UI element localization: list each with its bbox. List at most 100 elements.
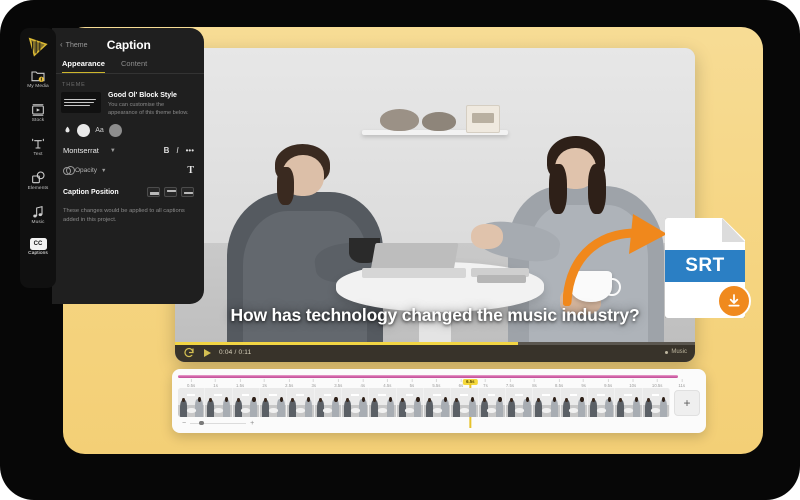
chevron-down-icon[interactable]: ▼: [101, 168, 106, 174]
scene-decor-rock: [422, 112, 456, 132]
caption-position-top-button[interactable]: [164, 187, 177, 198]
text-size-button[interactable]: T: [187, 165, 194, 176]
timeline-tick: 3.5s: [334, 379, 342, 388]
play-icon[interactable]: [201, 346, 213, 358]
scene-laptop-screen: [370, 242, 459, 271]
timeline-tick: 2s: [262, 379, 267, 388]
tab-appearance[interactable]: Appearance: [62, 59, 105, 73]
timeline-tick-mark: [362, 379, 364, 382]
person-left-hair-strand: [276, 167, 294, 205]
font-selector-row: Montserrat ▼ B I •••: [52, 137, 204, 155]
theme-preview-thumbnail[interactable]: [61, 92, 101, 113]
player-track-label: Music: [671, 349, 687, 355]
opacity-label[interactable]: Opacity: [75, 167, 97, 174]
video-preview-player[interactable]: How has technology changed the music ind…: [175, 48, 695, 362]
scene-decor-box: [466, 104, 500, 133]
sidebar-item-text[interactable]: Text: [21, 136, 55, 157]
timeline-tick-mark: [435, 379, 437, 382]
sidebar-item-elements[interactable]: Elements: [21, 170, 55, 191]
srt-file-type-label: SRT: [685, 255, 725, 276]
sidebar-label-elements: Elements: [27, 186, 49, 191]
player-time-display: 0:04 / 0:11: [219, 348, 252, 356]
filmstrip-thumbnail: [478, 388, 506, 417]
filmstrip-thumbnail: [587, 388, 616, 417]
timeline-tick-mark: [264, 379, 266, 382]
filmstrip-thumbnail: [369, 388, 397, 417]
background-color-swatch[interactable]: [77, 124, 90, 138]
person-right-hand: [471, 223, 503, 249]
theme-preview-line: [64, 98, 96, 101]
sidebar-label-text: Text: [33, 152, 43, 157]
sidebar-item-my-media[interactable]: My Media: [21, 68, 55, 89]
sidebar-item-stock[interactable]: Stock: [21, 102, 55, 123]
fill-drop-icon: [63, 125, 72, 136]
timeline-tick-mark: [460, 379, 462, 382]
more-options-icon[interactable]: •••: [186, 146, 194, 155]
timeline-tick-mark: [607, 379, 609, 382]
timeline-tick: 7s: [483, 379, 488, 388]
tab-content[interactable]: Content: [121, 59, 147, 73]
font-tools: B I •••: [164, 146, 194, 155]
bold-button[interactable]: B: [164, 146, 170, 155]
timeline-tick: 4s: [361, 379, 365, 388]
timeline-tick: 7.5s: [506, 379, 514, 388]
timeline-tick: 9s: [581, 379, 586, 388]
loop-icon[interactable]: [183, 346, 195, 358]
download-icon[interactable]: [717, 284, 751, 318]
text-color-swatch[interactable]: [109, 124, 122, 138]
app-logo-icon[interactable]: [27, 36, 49, 57]
stock-video-icon: [30, 102, 46, 117]
sidebar-item-music[interactable]: Music: [21, 204, 55, 225]
timeline-tick: 1s: [213, 379, 218, 388]
timeline-ruler[interactable]: 0.5s 1s 1.5s 2s 2.5s 3s 3.5s 4s 4.5s 5s 5.5s 6s 7s 7.…: [178, 372, 700, 428]
video-track-filmstrip[interactable]: [178, 388, 670, 417]
zoom-slider-handle[interactable]: [199, 420, 204, 426]
filmstrip-thumbnail: [505, 388, 534, 417]
track-dot-icon: [665, 350, 669, 354]
timeline-tick-mark: [239, 379, 241, 382]
music-note-icon: [30, 204, 46, 219]
person-right-hair-strand: [548, 164, 567, 215]
sidebar-label-captions: Captions: [28, 251, 48, 256]
timeline-tick-mark: [411, 379, 413, 382]
timeline-tick-mark: [313, 379, 315, 382]
timeline-tick: 5s: [410, 379, 414, 388]
sidebar-item-captions[interactable]: CC Captions: [21, 238, 55, 256]
timeline-tick-mark: [534, 379, 536, 382]
filmstrip-thumbnail: [232, 388, 260, 417]
italic-button[interactable]: I: [176, 146, 178, 155]
scene-decor-rock: [380, 109, 420, 132]
timeline-tick: 10s: [629, 379, 636, 388]
theme-name: Good Ol' Block Style: [108, 92, 177, 99]
timeline-tick-mark: [386, 379, 388, 382]
theme-row[interactable]: Good Ol' Block Style You can customise t…: [52, 92, 204, 117]
zoom-out-button[interactable]: −: [182, 420, 186, 427]
timeline-zoom-control: − +: [182, 420, 706, 427]
caption-position-bottom-button[interactable]: [147, 187, 160, 198]
zoom-in-button[interactable]: +: [250, 420, 254, 427]
filmstrip-thumbnail: [314, 388, 342, 417]
filmstrip-thumbnail: [341, 388, 370, 417]
timeline-tick: 10.5s: [652, 379, 662, 388]
caption-position-row: Caption Position: [52, 176, 204, 198]
chevron-left-icon: ‹: [60, 40, 63, 49]
timeline-tick-mark: [583, 379, 585, 382]
timeline-panel[interactable]: 0.5s 1s 1.5s 2s 2.5s 3s 3.5s 4s 4.5s 5s 5.5s 6s 7s 7.…: [172, 369, 706, 433]
filmstrip-thumbnail: [533, 388, 561, 417]
timeline-tick-mark: [190, 379, 192, 382]
timeline-tick-mark: [558, 379, 560, 382]
back-link-label: Theme: [65, 41, 88, 49]
zoom-slider-track[interactable]: [190, 420, 247, 426]
back-to-theme-button[interactable]: ‹ Theme: [60, 41, 87, 49]
add-track-button[interactable]: +: [674, 389, 700, 416]
font-family-select[interactable]: Montserrat: [63, 146, 99, 155]
filmstrip-thumbnail: [178, 388, 206, 417]
panel-note: These changes would be applied to all ca…: [63, 208, 185, 224]
player-control-bar[interactable]: 0:04 / 0:11 Music: [175, 342, 695, 362]
person-right-hair-strand: [587, 164, 606, 215]
caption-position-middle-button[interactable]: [181, 187, 194, 198]
filmstrip-thumbnail: [451, 388, 479, 417]
folder-alert-icon: [30, 68, 46, 83]
chevron-down-icon[interactable]: ▼: [110, 148, 116, 154]
caption-position-buttons: [147, 187, 194, 198]
